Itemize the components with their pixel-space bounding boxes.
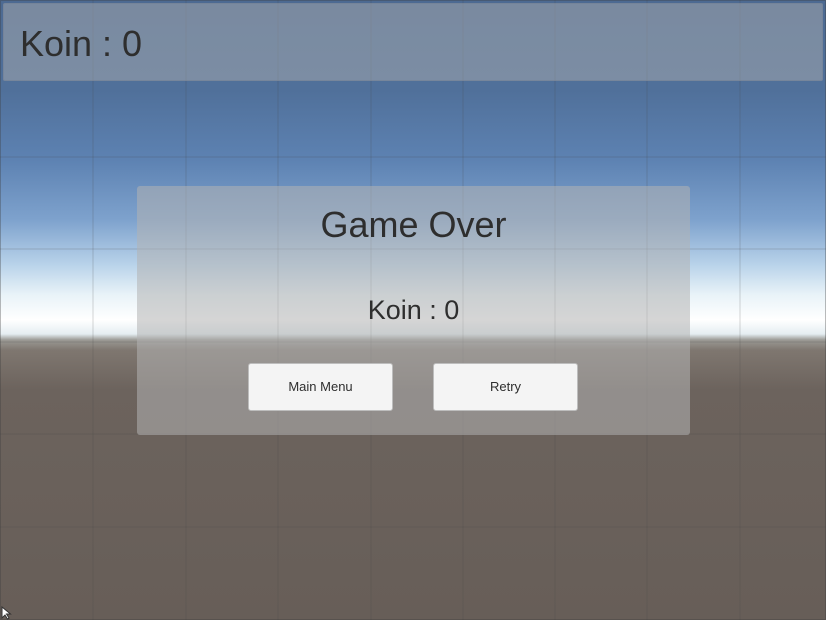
game-over-title: Game Over [320,204,507,245]
mouse-pointer-icon [1,606,12,620]
main-menu-button[interactable]: Main Menu [248,363,393,411]
game-viewport: Koin : 0 Game Over Koin : 0 Main Menu Re… [0,0,826,620]
game-over-panel: Game Over Koin : 0 Main Menu Retry [137,186,690,435]
final-coin-score: Koin : 0 [367,295,460,325]
retry-button[interactable]: Retry [433,363,578,411]
top-hud-bar: Koin : 0 [3,3,823,81]
hud-coin-counter: Koin : 0 [20,23,143,64]
